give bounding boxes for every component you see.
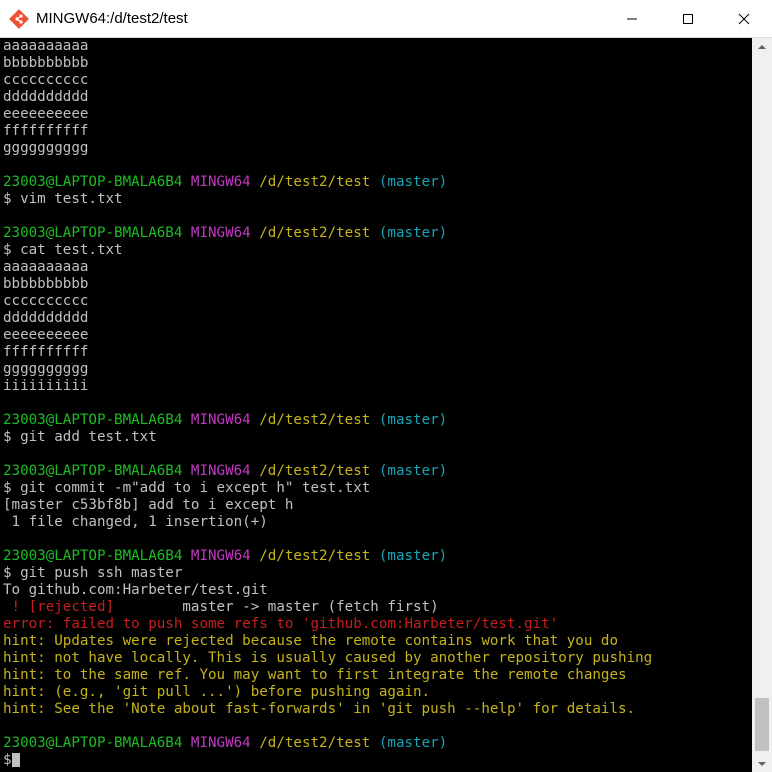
error-line: error: failed to push some refs to 'gith…: [3, 616, 559, 632]
prompt-symbol: $: [3, 752, 12, 768]
hint-line: hint: Updates were rejected because the …: [3, 633, 618, 649]
prompt-line: 23003@LAPTOP-BMALA6B4 MINGW64 /d/test2/t…: [3, 463, 447, 480]
prompt-user: 23003@LAPTOP-BMALA6B4: [3, 225, 183, 241]
rejected-line: ! [rejected] master -> master (fetch fir…: [3, 599, 439, 616]
prompt-branch: (master): [378, 735, 448, 751]
chevron-up-icon: [758, 44, 766, 49]
command-line: $ git commit -m"add to i except h" test.…: [3, 480, 371, 496]
prompt-line: 23003@LAPTOP-BMALA6B4 MINGW64 /d/test2/t…: [3, 412, 447, 429]
prompt-branch: (master): [378, 548, 448, 564]
text-cursor: [11, 753, 20, 767]
prompt-path: /d/test2/test: [259, 463, 371, 479]
close-icon: [738, 13, 750, 25]
prompt-branch: (master): [378, 412, 448, 428]
prompt-path: /d/test2/test: [259, 225, 371, 241]
output-line: dddddddddd: [3, 310, 89, 326]
output-line: aaaaaaaaaa: [3, 38, 89, 54]
prompt-user: 23003@LAPTOP-BMALA6B4: [3, 548, 183, 564]
hint-line: hint: (e.g., 'git pull ...') before push…: [3, 684, 431, 700]
prompt-msystem: MINGW64: [190, 225, 251, 241]
prompt-line: 23003@LAPTOP-BMALA6B4 MINGW64 /d/test2/t…: [3, 174, 447, 191]
output-line: cccccccccc: [3, 72, 89, 88]
window-controls: [604, 0, 772, 38]
scroll-up-button[interactable]: [752, 38, 772, 55]
prompt-path: /d/test2/test: [259, 735, 371, 751]
output-line: bbbbbbbbbb: [3, 55, 89, 71]
hint-line: hint: not have locally. This is usually …: [3, 650, 653, 666]
output-line: dddddddddd: [3, 89, 89, 105]
input-line[interactable]: $: [3, 752, 20, 769]
output-line: aaaaaaaaaa: [3, 259, 89, 275]
prompt-line: 23003@LAPTOP-BMALA6B4 MINGW64 /d/test2/t…: [3, 735, 447, 752]
prompt-user: 23003@LAPTOP-BMALA6B4: [3, 735, 183, 751]
terminal-output[interactable]: aaaaaaaaaa bbbbbbbbbb cccccccccc ddddddd…: [0, 38, 752, 772]
minimize-icon: [627, 18, 637, 20]
command-line: $ git push ssh master: [3, 565, 183, 581]
prompt-line: 23003@LAPTOP-BMALA6B4 MINGW64 /d/test2/t…: [3, 225, 447, 242]
close-button[interactable]: [716, 0, 772, 38]
output-line: ffffffffff: [3, 344, 89, 360]
minimize-button[interactable]: [604, 0, 660, 38]
output-line: [master c53bf8b] add to i except h: [3, 497, 294, 513]
prompt-user: 23003@LAPTOP-BMALA6B4: [3, 412, 183, 428]
rejected-mark: ! [rejected]: [3, 599, 115, 615]
maximize-button[interactable]: [660, 0, 716, 38]
output-line: eeeeeeeeee: [3, 106, 89, 122]
hint-line: hint: to the same ref. You may want to f…: [3, 667, 627, 683]
terminal-window: MINGW64:/d/test2/test aaaaaaaaaa bbbbbbb…: [0, 0, 772, 772]
prompt-path: /d/test2/test: [259, 174, 371, 190]
prompt-branch: (master): [378, 225, 448, 241]
output-line: ffffffffff: [3, 123, 89, 139]
title-bar[interactable]: MINGW64:/d/test2/test: [0, 0, 772, 38]
maximize-icon: [683, 14, 693, 24]
prompt-user: 23003@LAPTOP-BMALA6B4: [3, 463, 183, 479]
chevron-down-icon: [758, 761, 766, 766]
prompt-path: /d/test2/test: [259, 412, 371, 428]
prompt-user: 23003@LAPTOP-BMALA6B4: [3, 174, 183, 190]
output-line: gggggggggg: [3, 361, 89, 377]
vertical-scrollbar[interactable]: [752, 38, 772, 772]
output-line: eeeeeeeeee: [3, 327, 89, 343]
scrollbar-thumb[interactable]: [755, 698, 769, 751]
command-line: $ vim test.txt: [3, 191, 123, 207]
output-line: 1 file changed, 1 insertion(+): [3, 514, 268, 530]
hint-line: hint: See the 'Note about fast-forwards'…: [3, 701, 636, 717]
output-line: gggggggggg: [3, 140, 89, 156]
window-title: MINGW64:/d/test2/test: [36, 10, 188, 27]
scroll-down-button[interactable]: [752, 755, 772, 772]
prompt-msystem: MINGW64: [190, 548, 251, 564]
prompt-msystem: MINGW64: [190, 735, 251, 751]
prompt-msystem: MINGW64: [190, 174, 251, 190]
command-line: $ cat test.txt: [3, 242, 123, 258]
prompt-branch: (master): [378, 174, 448, 190]
git-bash-icon: [8, 8, 30, 30]
output-line: iiiiiiiiii: [3, 378, 89, 394]
command-line: $ git add test.txt: [3, 429, 157, 445]
output-line: To github.com:Harbeter/test.git: [3, 582, 268, 598]
prompt-msystem: MINGW64: [190, 463, 251, 479]
prompt-branch: (master): [378, 463, 448, 479]
prompt-line: 23003@LAPTOP-BMALA6B4 MINGW64 /d/test2/t…: [3, 548, 447, 565]
output-line: cccccccccc: [3, 293, 89, 309]
prompt-msystem: MINGW64: [190, 412, 251, 428]
prompt-path: /d/test2/test: [259, 548, 371, 564]
output-line: bbbbbbbbbb: [3, 276, 89, 292]
rejected-detail: master -> master (fetch first): [114, 599, 439, 615]
